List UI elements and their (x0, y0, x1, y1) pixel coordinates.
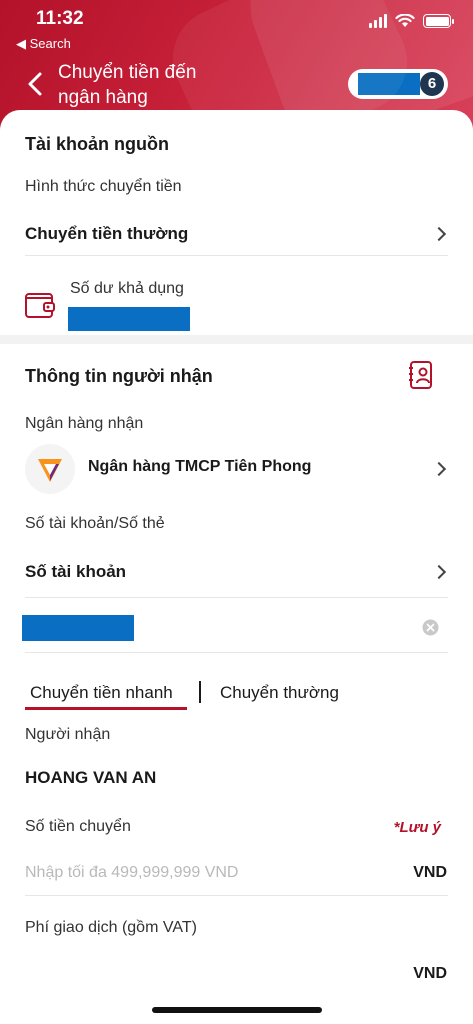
back-to-search-link[interactable]: ◀ Search (16, 36, 71, 52)
amount-currency: VND (413, 864, 447, 881)
status-time: 11:32 (36, 8, 84, 29)
divider (25, 652, 448, 653)
page-title: Chuyển tiền đến ngân hàng (58, 62, 197, 108)
tpbank-logo-icon (38, 459, 62, 482)
active-tab-underline (25, 707, 187, 710)
amount-input[interactable]: Nhập tối đa 499,999,999 VND VND (0, 855, 473, 891)
chevron-right-icon (431, 461, 447, 477)
recipient-info-heading: Thông tin người nhận (25, 366, 213, 386)
wifi-icon (395, 14, 415, 27)
amount-note-link[interactable]: *Lưu ý (394, 819, 441, 836)
amount-placeholder: Nhập tối đa 499,999,999 VND (25, 864, 239, 881)
recipient-name: HOANG VAN AN (25, 768, 157, 787)
battery-icon (423, 14, 454, 28)
balance-value-redacted (68, 307, 190, 331)
tab-fast-transfer[interactable]: Chuyển tiền nhanh (30, 683, 173, 703)
wallet-icon (25, 293, 55, 318)
transfer-method-label: Hình thức chuyển tiền (25, 178, 182, 195)
divider (25, 597, 448, 598)
divider (25, 895, 448, 896)
bank-logo (25, 444, 75, 494)
chevron-right-icon (431, 564, 447, 580)
balance-label: Số dư khả dụng (70, 280, 184, 297)
account-number-field[interactable] (0, 610, 473, 650)
signal-icon (369, 14, 387, 28)
notification-button[interactable]: 6 (348, 69, 448, 99)
account-type-label: Số tài khoản/Số thẻ (25, 515, 165, 532)
bank-select-row[interactable]: Ngân hàng TMCP Tiên Phong (0, 440, 473, 496)
chevron-right-icon (431, 226, 447, 242)
transfer-method-row[interactable]: Chuyển tiền thường (0, 210, 473, 256)
source-account-heading: Tài khoản nguồn (25, 134, 169, 154)
account-type-value: Số tài khoản (25, 562, 127, 581)
notification-badge: 6 (420, 72, 444, 96)
account-type-row[interactable]: Số tài khoản (0, 550, 473, 596)
account-number-redacted (22, 615, 134, 641)
recipient-label: Người nhận (25, 726, 111, 743)
fee-currency: VND (413, 965, 447, 982)
status-icons (369, 14, 454, 28)
receiving-bank-label: Ngân hàng nhận (25, 415, 144, 432)
redacted-block (358, 73, 420, 95)
content-card: Tài khoản nguồn Hình thức chuyển tiền Ch… (0, 110, 473, 1024)
amount-label: Số tiền chuyển (25, 818, 131, 835)
divider (25, 255, 448, 256)
fee-label: Phí giao dịch (gồm VAT) (25, 919, 197, 936)
contacts-book-icon[interactable] (408, 360, 436, 390)
tab-normal-transfer[interactable]: Chuyển thường (220, 683, 339, 703)
bank-name: Ngân hàng TMCP Tiên Phong (88, 458, 312, 475)
tab-separator (199, 681, 201, 703)
back-arrow-icon[interactable] (24, 70, 48, 98)
transfer-method-value: Chuyển tiền thường (25, 224, 189, 243)
clear-icon[interactable] (422, 619, 439, 636)
section-separator (0, 335, 473, 344)
home-indicator (152, 1007, 322, 1013)
